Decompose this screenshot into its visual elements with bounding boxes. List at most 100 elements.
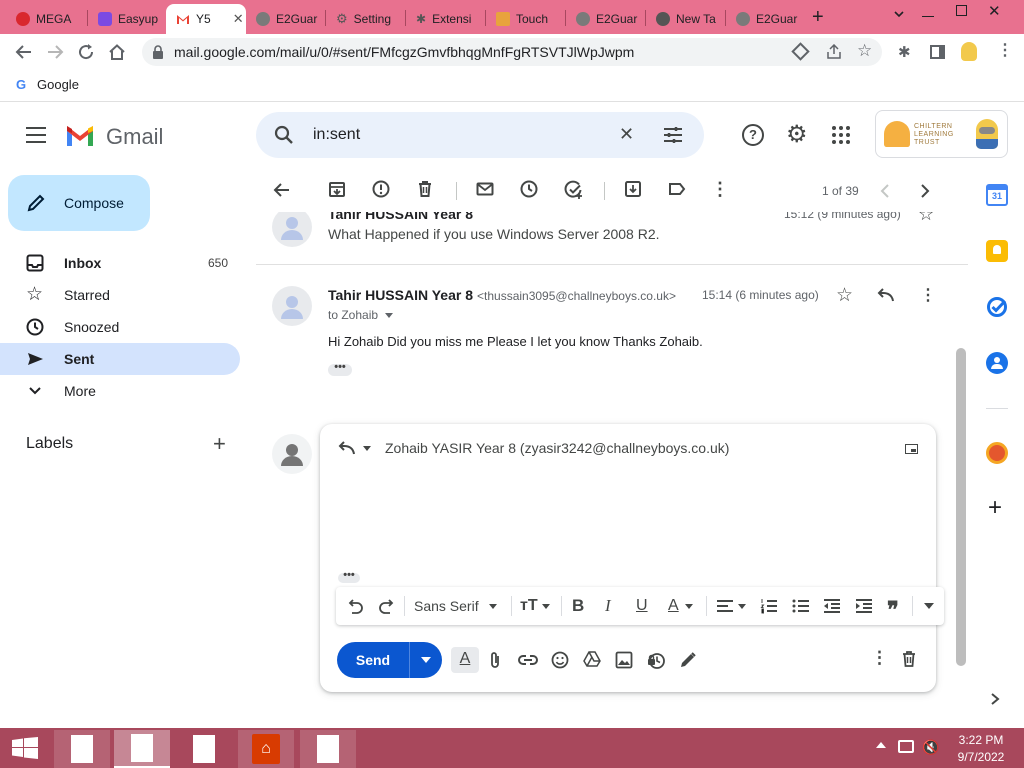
insert-photo-icon[interactable] [615, 651, 633, 669]
recipients-line[interactable]: to Zohaib [328, 308, 378, 322]
main-menu-icon[interactable] [26, 127, 46, 143]
tab-search-chevron-icon[interactable] [893, 8, 905, 20]
apps-grid-icon[interactable] [832, 126, 850, 144]
taskbar-app-office[interactable]: ⌂ [238, 730, 294, 768]
settings-gear-icon[interactable]: ⚙ [786, 120, 808, 149]
create-label-button[interactable]: + [213, 431, 226, 457]
signature-pen-icon[interactable] [679, 651, 697, 669]
italic-icon[interactable]: I [605, 596, 611, 616]
report-spam-icon[interactable] [372, 180, 394, 202]
composer-more-options-icon[interactable]: ⋮ [871, 648, 888, 668]
side-panel-icon[interactable] [930, 45, 945, 59]
recipients-dropdown-icon[interactable] [385, 313, 393, 318]
show-hidden-icons-chevron-icon[interactable] [876, 742, 886, 748]
url-text[interactable]: mail.google.com/mail/u/0/#sent/FMfcgzGmv… [174, 44, 634, 60]
minimize-icon[interactable] [922, 16, 934, 17]
bookmark-google[interactable]: Google [37, 77, 79, 92]
profile-avatar[interactable] [961, 42, 977, 61]
numbered-list-icon[interactable] [760, 596, 778, 616]
reply-type-icon[interactable] [338, 440, 356, 456]
mark-unread-icon[interactable] [476, 180, 498, 202]
message-snippet[interactable]: What Happened if you use Windows Server … [328, 226, 660, 242]
font-family-select[interactable]: Sans Serif [414, 596, 497, 616]
bold-icon[interactable]: B [572, 596, 584, 616]
network-icon[interactable] [898, 740, 914, 753]
tasks-icon[interactable] [986, 296, 1008, 318]
tab-e2guardian-3[interactable]: E2Guar [726, 4, 804, 34]
star-toggle-icon[interactable]: ☆ [918, 212, 934, 225]
move-to-icon[interactable] [624, 180, 646, 202]
show-trimmed-icon[interactable]: ••• [328, 362, 352, 376]
bulleted-list-icon[interactable] [792, 596, 810, 616]
tab-touch[interactable]: Touch [486, 4, 564, 34]
text-color-icon[interactable]: A [668, 596, 693, 616]
sidebar-item-inbox[interactable]: Inbox 650 [0, 247, 240, 279]
reply-recipient[interactable]: Zohaib YASIR Year 8 (zyasir3242@challney… [385, 440, 729, 456]
add-task-icon[interactable] [564, 180, 586, 202]
get-addons-button[interactable]: + [988, 494, 1002, 522]
sidebar-item-snoozed[interactable]: Snoozed [0, 311, 240, 343]
sidebar-item-more[interactable]: More [0, 375, 240, 407]
attach-file-icon[interactable] [489, 651, 501, 669]
tab-e2guardian-1[interactable]: E2Guar [246, 4, 324, 34]
bookmark-star-icon[interactable]: ☆ [857, 41, 872, 61]
font-size-icon[interactable]: тT [520, 596, 550, 616]
tab-easyupload[interactable]: Easyup [88, 4, 166, 34]
message-sender[interactable]: Tahir HUSSAIN Year 8 [328, 212, 473, 222]
message-sender[interactable]: Tahir HUSSAIN Year 8 [328, 287, 473, 303]
help-icon[interactable]: ? [742, 124, 764, 146]
volume-muted-icon[interactable]: 🔇 [922, 739, 939, 756]
tab-new-tab[interactable]: New Ta [646, 4, 724, 34]
indent-less-icon[interactable] [823, 596, 841, 616]
more-options-icon[interactable]: ⋮ [711, 179, 729, 200]
search-icon[interactable] [274, 125, 294, 145]
expand-side-panel-icon[interactable] [990, 692, 1000, 706]
home-icon[interactable] [108, 43, 126, 61]
tab-mega[interactable]: MEGA [6, 4, 86, 34]
windows-start-icon[interactable] [12, 737, 38, 759]
taskbar-app-document-4[interactable] [300, 730, 356, 768]
calendar-icon[interactable]: 31 [986, 184, 1008, 206]
reload-icon[interactable] [77, 43, 95, 61]
clock-time[interactable]: 3:22 PM [952, 733, 1010, 747]
search-options-icon[interactable] [663, 126, 683, 144]
reply-type-dropdown-icon[interactable] [363, 446, 371, 451]
more-formatting-icon[interactable] [924, 596, 934, 616]
indent-more-icon[interactable] [855, 596, 873, 616]
star-toggle-icon[interactable]: ☆ [836, 284, 853, 307]
taskbar-app-document-2[interactable] [114, 730, 170, 768]
formatting-options-icon[interactable]: A [451, 647, 479, 673]
keep-icon[interactable] [986, 240, 1008, 262]
emoji-icon[interactable] [551, 651, 569, 669]
reply-icon[interactable] [877, 287, 895, 303]
delete-icon[interactable] [416, 180, 438, 202]
undo-icon[interactable] [346, 596, 364, 616]
drive-icon[interactable] [583, 651, 601, 667]
confidential-mode-icon[interactable] [646, 650, 666, 670]
gmail-logo-icon[interactable] [64, 122, 96, 148]
newer-chevron-icon[interactable] [878, 183, 892, 199]
discard-draft-icon[interactable] [900, 650, 918, 668]
back-to-list-icon[interactable] [272, 180, 294, 202]
clock-date[interactable]: 9/7/2022 [952, 750, 1010, 764]
compose-button[interactable]: Compose [8, 175, 150, 231]
send-button[interactable]: Send [337, 642, 409, 678]
addon-icon[interactable] [986, 442, 1008, 464]
snooze-clock-icon[interactable] [520, 180, 542, 202]
tab-e2guardian-2[interactable]: E2Guar [566, 4, 644, 34]
account-avatar[interactable] [976, 119, 998, 149]
label-icon[interactable] [668, 180, 690, 202]
older-chevron-icon[interactable] [918, 183, 932, 199]
lock-icon[interactable] [152, 45, 164, 59]
schedule-send-dropdown-icon[interactable] [421, 657, 431, 663]
scrollbar-thumb[interactable] [956, 348, 966, 666]
close-window-icon[interactable]: ✕ [988, 2, 1001, 20]
sidebar-item-starred[interactable]: ☆ Starred [0, 279, 240, 311]
taskbar-app-document-1[interactable] [54, 730, 110, 768]
account-chip[interactable]: CHILTERN LEARNING TRUST [875, 110, 1008, 158]
underline-icon[interactable]: U [636, 596, 648, 616]
redo-icon[interactable] [378, 596, 396, 616]
new-tab-button[interactable]: + [812, 6, 824, 29]
menu-icon[interactable]: ⋮ [997, 40, 1013, 60]
align-icon[interactable] [716, 596, 746, 616]
